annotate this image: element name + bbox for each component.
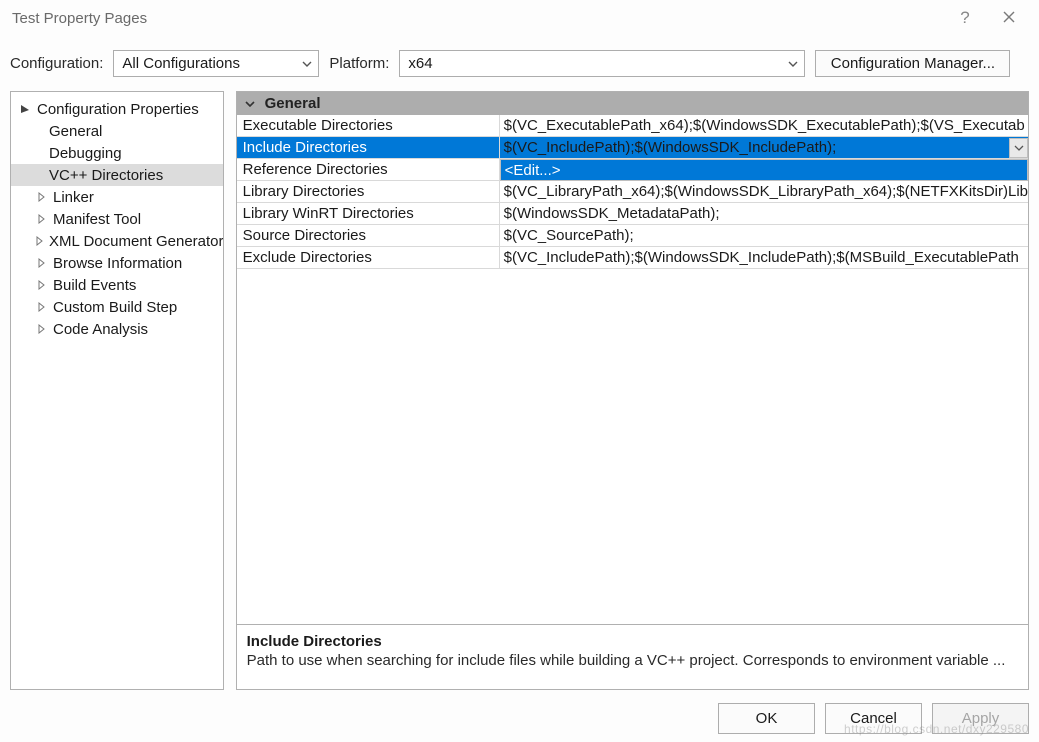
twisty-closed-icon bbox=[35, 302, 47, 312]
grid-cell-name: Include Directories bbox=[237, 137, 500, 158]
configuration-dropdown[interactable]: All Configurations bbox=[113, 50, 319, 77]
configuration-label: Configuration: bbox=[10, 55, 103, 72]
tree-item-build-events[interactable]: Build Events bbox=[11, 274, 223, 296]
configuration-value: All Configurations bbox=[122, 55, 240, 72]
grid-cell-value[interactable]: $(VC_ExecutablePath_x64);$(WindowsSDK_Ex… bbox=[500, 115, 1028, 136]
grid-row-library-winrt-directories[interactable]: Library WinRT Directories $(WindowsSDK_M… bbox=[237, 203, 1028, 225]
twisty-closed-icon bbox=[35, 214, 47, 224]
platform-label: Platform: bbox=[329, 55, 389, 72]
help-button[interactable]: ? bbox=[943, 8, 987, 28]
grid-section-header[interactable]: General bbox=[237, 92, 1028, 115]
chevron-down-icon bbox=[780, 61, 798, 67]
title-bar: Test Property Pages ? bbox=[0, 0, 1039, 36]
property-grid: Executable Directories $(VC_ExecutablePa… bbox=[237, 115, 1028, 624]
toolbar: Configuration: All Configurations Platfo… bbox=[0, 36, 1039, 91]
tree-root-label: Configuration Properties bbox=[33, 101, 199, 118]
grid-row-executable-directories[interactable]: Executable Directories $(VC_ExecutablePa… bbox=[237, 115, 1028, 137]
chevron-down-icon bbox=[1014, 145, 1024, 151]
edit-option[interactable]: <Edit...> bbox=[500, 159, 1028, 181]
grid-cell-value[interactable]: $(WindowsSDK_MetadataPath); bbox=[500, 203, 1028, 224]
property-tree[interactable]: Configuration Properties General Debuggi… bbox=[10, 91, 224, 690]
configuration-manager-button[interactable]: Configuration Manager... bbox=[815, 50, 1010, 77]
twisty-closed-icon bbox=[35, 236, 43, 246]
tree-item-browse-info[interactable]: Browse Information bbox=[11, 252, 223, 274]
grid-row-exclude-directories[interactable]: Exclude Directories $(VC_IncludePath);$(… bbox=[237, 247, 1028, 269]
grid-row-source-directories[interactable]: Source Directories $(VC_SourcePath); bbox=[237, 225, 1028, 247]
twisty-open-icon bbox=[19, 104, 31, 114]
description-body: Path to use when searching for include f… bbox=[247, 652, 1018, 669]
tree-item-xml-doc-generator[interactable]: XML Document Generator bbox=[11, 230, 223, 252]
main-panel: Configuration Properties General Debuggi… bbox=[0, 91, 1039, 690]
tree-item-vcpp-directories[interactable]: VC++ Directories bbox=[11, 164, 223, 186]
tree-item-debugging[interactable]: Debugging bbox=[11, 142, 223, 164]
grid-row-library-directories[interactable]: Library Directories $(VC_LibraryPath_x64… bbox=[237, 181, 1028, 203]
grid-cell-value-text: $(VC_IncludePath);$(WindowsSDK_IncludePa… bbox=[504, 139, 837, 156]
chevron-down-icon bbox=[243, 101, 257, 107]
grid-row-include-directories[interactable]: Include Directories $(VC_IncludePath);$(… bbox=[237, 137, 1028, 159]
tree-item-custom-build-step[interactable]: Custom Build Step bbox=[11, 296, 223, 318]
tree-item-linker[interactable]: Linker bbox=[11, 186, 223, 208]
ok-button[interactable]: OK bbox=[718, 703, 815, 734]
property-grid-panel: General Executable Directories $(VC_Exec… bbox=[236, 91, 1029, 690]
tree-item-general[interactable]: General bbox=[11, 120, 223, 142]
twisty-closed-icon bbox=[35, 324, 47, 334]
tree-item-manifest-tool[interactable]: Manifest Tool bbox=[11, 208, 223, 230]
platform-dropdown[interactable]: x64 bbox=[399, 50, 805, 77]
grid-cell-name: Exclude Directories bbox=[237, 247, 500, 268]
grid-cell-name: Source Directories bbox=[237, 225, 500, 246]
tree-item-code-analysis[interactable]: Code Analysis bbox=[11, 318, 223, 340]
grid-cell-name: Executable Directories bbox=[237, 115, 500, 136]
grid-cell-value[interactable]: $(VC_LibraryPath_x64);$(WindowsSDK_Libra… bbox=[500, 181, 1028, 202]
grid-cell-value[interactable]: $(VC_IncludePath);$(WindowsSDK_IncludePa… bbox=[500, 137, 1028, 158]
twisty-closed-icon bbox=[35, 280, 47, 290]
grid-cell-name: Library Directories bbox=[237, 181, 500, 202]
chevron-down-icon bbox=[294, 61, 312, 67]
grid-cell-name: Reference Directories bbox=[237, 159, 500, 180]
grid-cell-value[interactable]: $(VC_IncludePath);$(WindowsSDK_IncludePa… bbox=[500, 247, 1028, 268]
tree-root[interactable]: Configuration Properties bbox=[11, 98, 223, 120]
description-title: Include Directories bbox=[247, 633, 1018, 650]
grid-cell-value[interactable]: $(VC_SourcePath); bbox=[500, 225, 1028, 246]
twisty-closed-icon bbox=[35, 258, 47, 268]
value-dropdown-pop: Reference Directories <Edit...> bbox=[237, 159, 1028, 181]
grid-cell-name: Library WinRT Directories bbox=[237, 203, 500, 224]
window-title: Test Property Pages bbox=[8, 10, 943, 27]
close-icon bbox=[1003, 11, 1015, 23]
close-button[interactable] bbox=[987, 8, 1031, 28]
watermark: https://blog.csdn.net/dxy229580 bbox=[844, 722, 1029, 736]
twisty-closed-icon bbox=[35, 192, 47, 202]
description-pane: Include Directories Path to use when sea… bbox=[237, 624, 1028, 689]
dropdown-button[interactable] bbox=[1009, 138, 1028, 158]
grid-section-label: General bbox=[265, 95, 321, 112]
platform-value: x64 bbox=[408, 55, 432, 72]
